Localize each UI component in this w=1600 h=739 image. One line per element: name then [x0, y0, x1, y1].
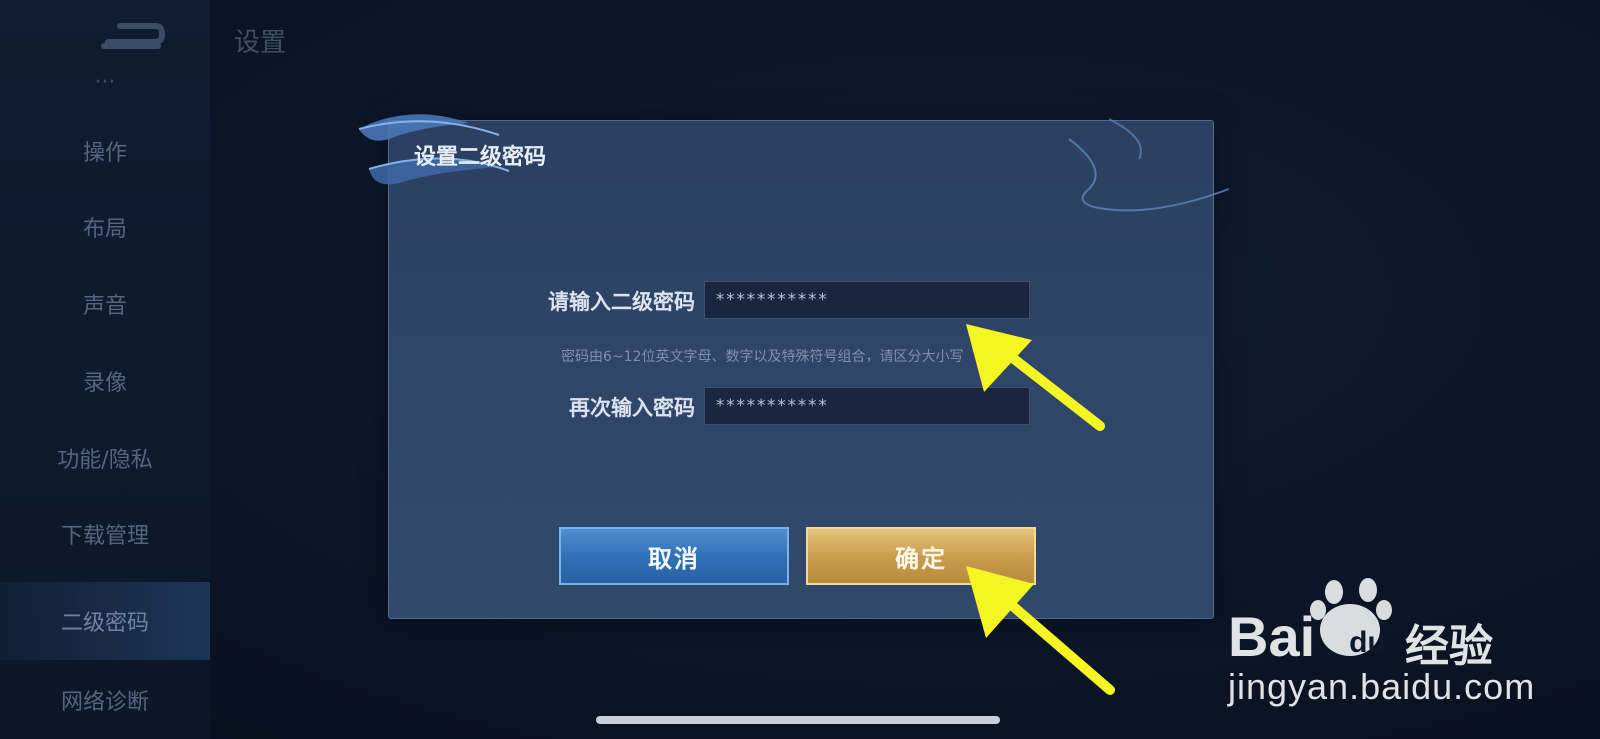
sidebar-item-label: ···: [94, 69, 116, 95]
sidebar-item-label: 网络诊断: [60, 690, 149, 715]
sidebar-item-label: 操作: [82, 141, 127, 166]
watermark-url: jingyan.baidu.com: [1228, 666, 1536, 707]
cancel-button[interactable]: 取消: [559, 527, 789, 585]
watermark-logo-text: Bai du: [1228, 605, 1386, 668]
sidebar-item-label: 下载管理: [60, 524, 149, 549]
password-hint: 密码由6~12位英文字母、数字以及特殊符号组合，请区分大小写: [561, 349, 964, 365]
sidebar-item-label: 功能/隐私: [57, 448, 153, 473]
watermark-product: 经验: [1405, 621, 1493, 672]
sidebar-item-controls[interactable]: 操作: [0, 121, 210, 181]
sidebar-item-label: 二级密码: [60, 611, 149, 636]
sidebar-item-network[interactable]: 网络诊断: [0, 670, 210, 730]
dialog-title: 设置二级密码: [414, 145, 547, 170]
sidebar-item-label: 布局: [82, 217, 127, 242]
home-indicator[interactable]: [596, 716, 1000, 724]
sidebar-item-label: 录像: [82, 371, 127, 396]
confirm-password-input[interactable]: [704, 387, 1030, 425]
settings-sidebar: ··· 操作 布局 声音 录像 功能/隐私 下载管理 二级密码 网络诊断: [0, 0, 210, 739]
sidebar-item-layout[interactable]: 布局: [0, 197, 210, 257]
confirm-button[interactable]: 确定: [806, 527, 1036, 585]
sidebar-item-privacy[interactable]: 功能/隐私: [0, 428, 210, 488]
sidebar-item-downloads[interactable]: 下载管理: [0, 504, 210, 564]
sidebar-item-recording[interactable]: 录像: [0, 351, 210, 411]
sidebar-item-secondary-password[interactable]: 二级密码: [0, 582, 210, 660]
sidebar-item-label: 声音: [82, 294, 127, 319]
sidebar-item-sound[interactable]: 声音: [0, 274, 210, 334]
password-input[interactable]: [704, 281, 1030, 319]
confirm-password-label: 再次输入密码: [569, 396, 695, 420]
set-password-dialog: 设置二级密码 请输入二级密码 密码由6~12位英文字母、数字以及特殊符号组合，请…: [358, 114, 1230, 619]
password-label: 请输入二级密码: [548, 290, 695, 314]
back-icon[interactable]: [100, 20, 166, 54]
sidebar-item-hidden[interactable]: ···: [0, 62, 210, 102]
